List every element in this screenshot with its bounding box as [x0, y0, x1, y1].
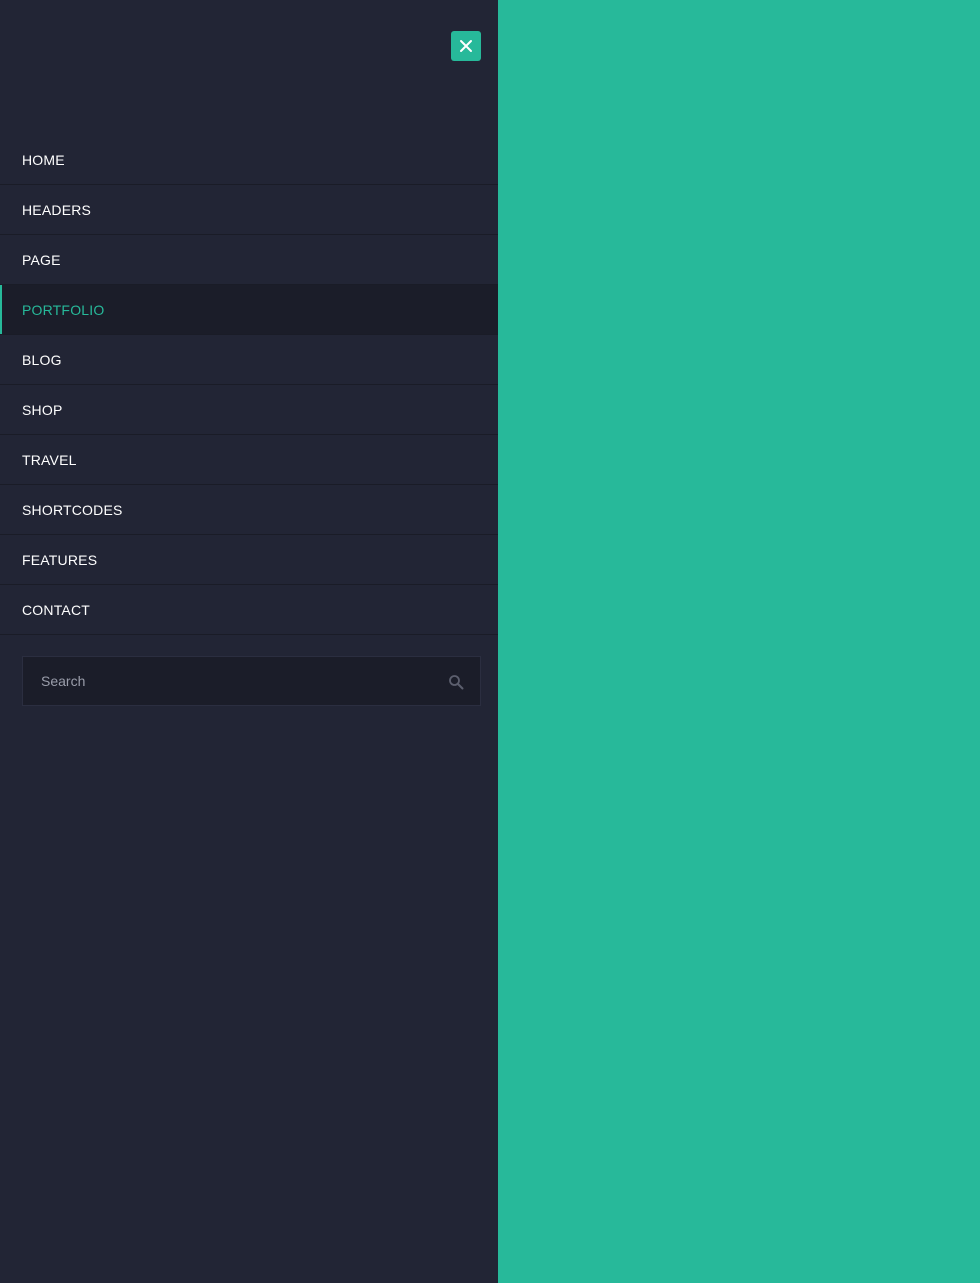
close-menu-button[interactable] — [451, 31, 481, 61]
search-input[interactable] — [23, 657, 423, 705]
nav-item-label: BLOG — [22, 351, 62, 368]
nav-item-page[interactable]: PAGE — [0, 235, 498, 285]
mobile-menu-drawer: HOME HEADERS PAGE PORTFOLIO BLOG SHOP TR… — [0, 0, 498, 1283]
nav-item-label: PORTFOLIO — [22, 301, 105, 318]
nav-item-label: PAGE — [22, 251, 61, 268]
main-navigation: HOME HEADERS PAGE PORTFOLIO BLOG SHOP TR… — [0, 135, 498, 635]
search-form — [22, 656, 481, 706]
nav-item-label: HOME — [22, 151, 65, 168]
close-icon — [460, 40, 472, 52]
nav-item-label: HEADERS — [22, 201, 92, 218]
nav-item-label: TRAVEL — [22, 451, 77, 468]
search-icon[interactable] — [448, 674, 464, 690]
nav-item-home[interactable]: HOME — [0, 135, 498, 185]
nav-item-label: SHOP — [22, 401, 63, 418]
nav-item-shop[interactable]: SHOP — [0, 385, 498, 435]
nav-item-contact[interactable]: CONTACT — [0, 585, 498, 635]
page: HOME HEADERS PAGE PORTFOLIO BLOG SHOP TR… — [0, 0, 980, 1283]
nav-item-headers[interactable]: HEADERS — [0, 185, 498, 235]
nav-item-label: CONTACT — [22, 601, 91, 618]
nav-item-portfolio[interactable]: PORTFOLIO — [0, 285, 498, 335]
nav-item-shortcodes[interactable]: SHORTCODES — [0, 485, 498, 535]
nav-item-features[interactable]: FEATURES — [0, 535, 498, 585]
nav-item-label: FEATURES — [22, 551, 98, 568]
nav-item-label: SHORTCODES — [22, 501, 123, 518]
nav-item-travel[interactable]: TRAVEL — [0, 435, 498, 485]
nav-item-blog[interactable]: BLOG — [0, 335, 498, 385]
